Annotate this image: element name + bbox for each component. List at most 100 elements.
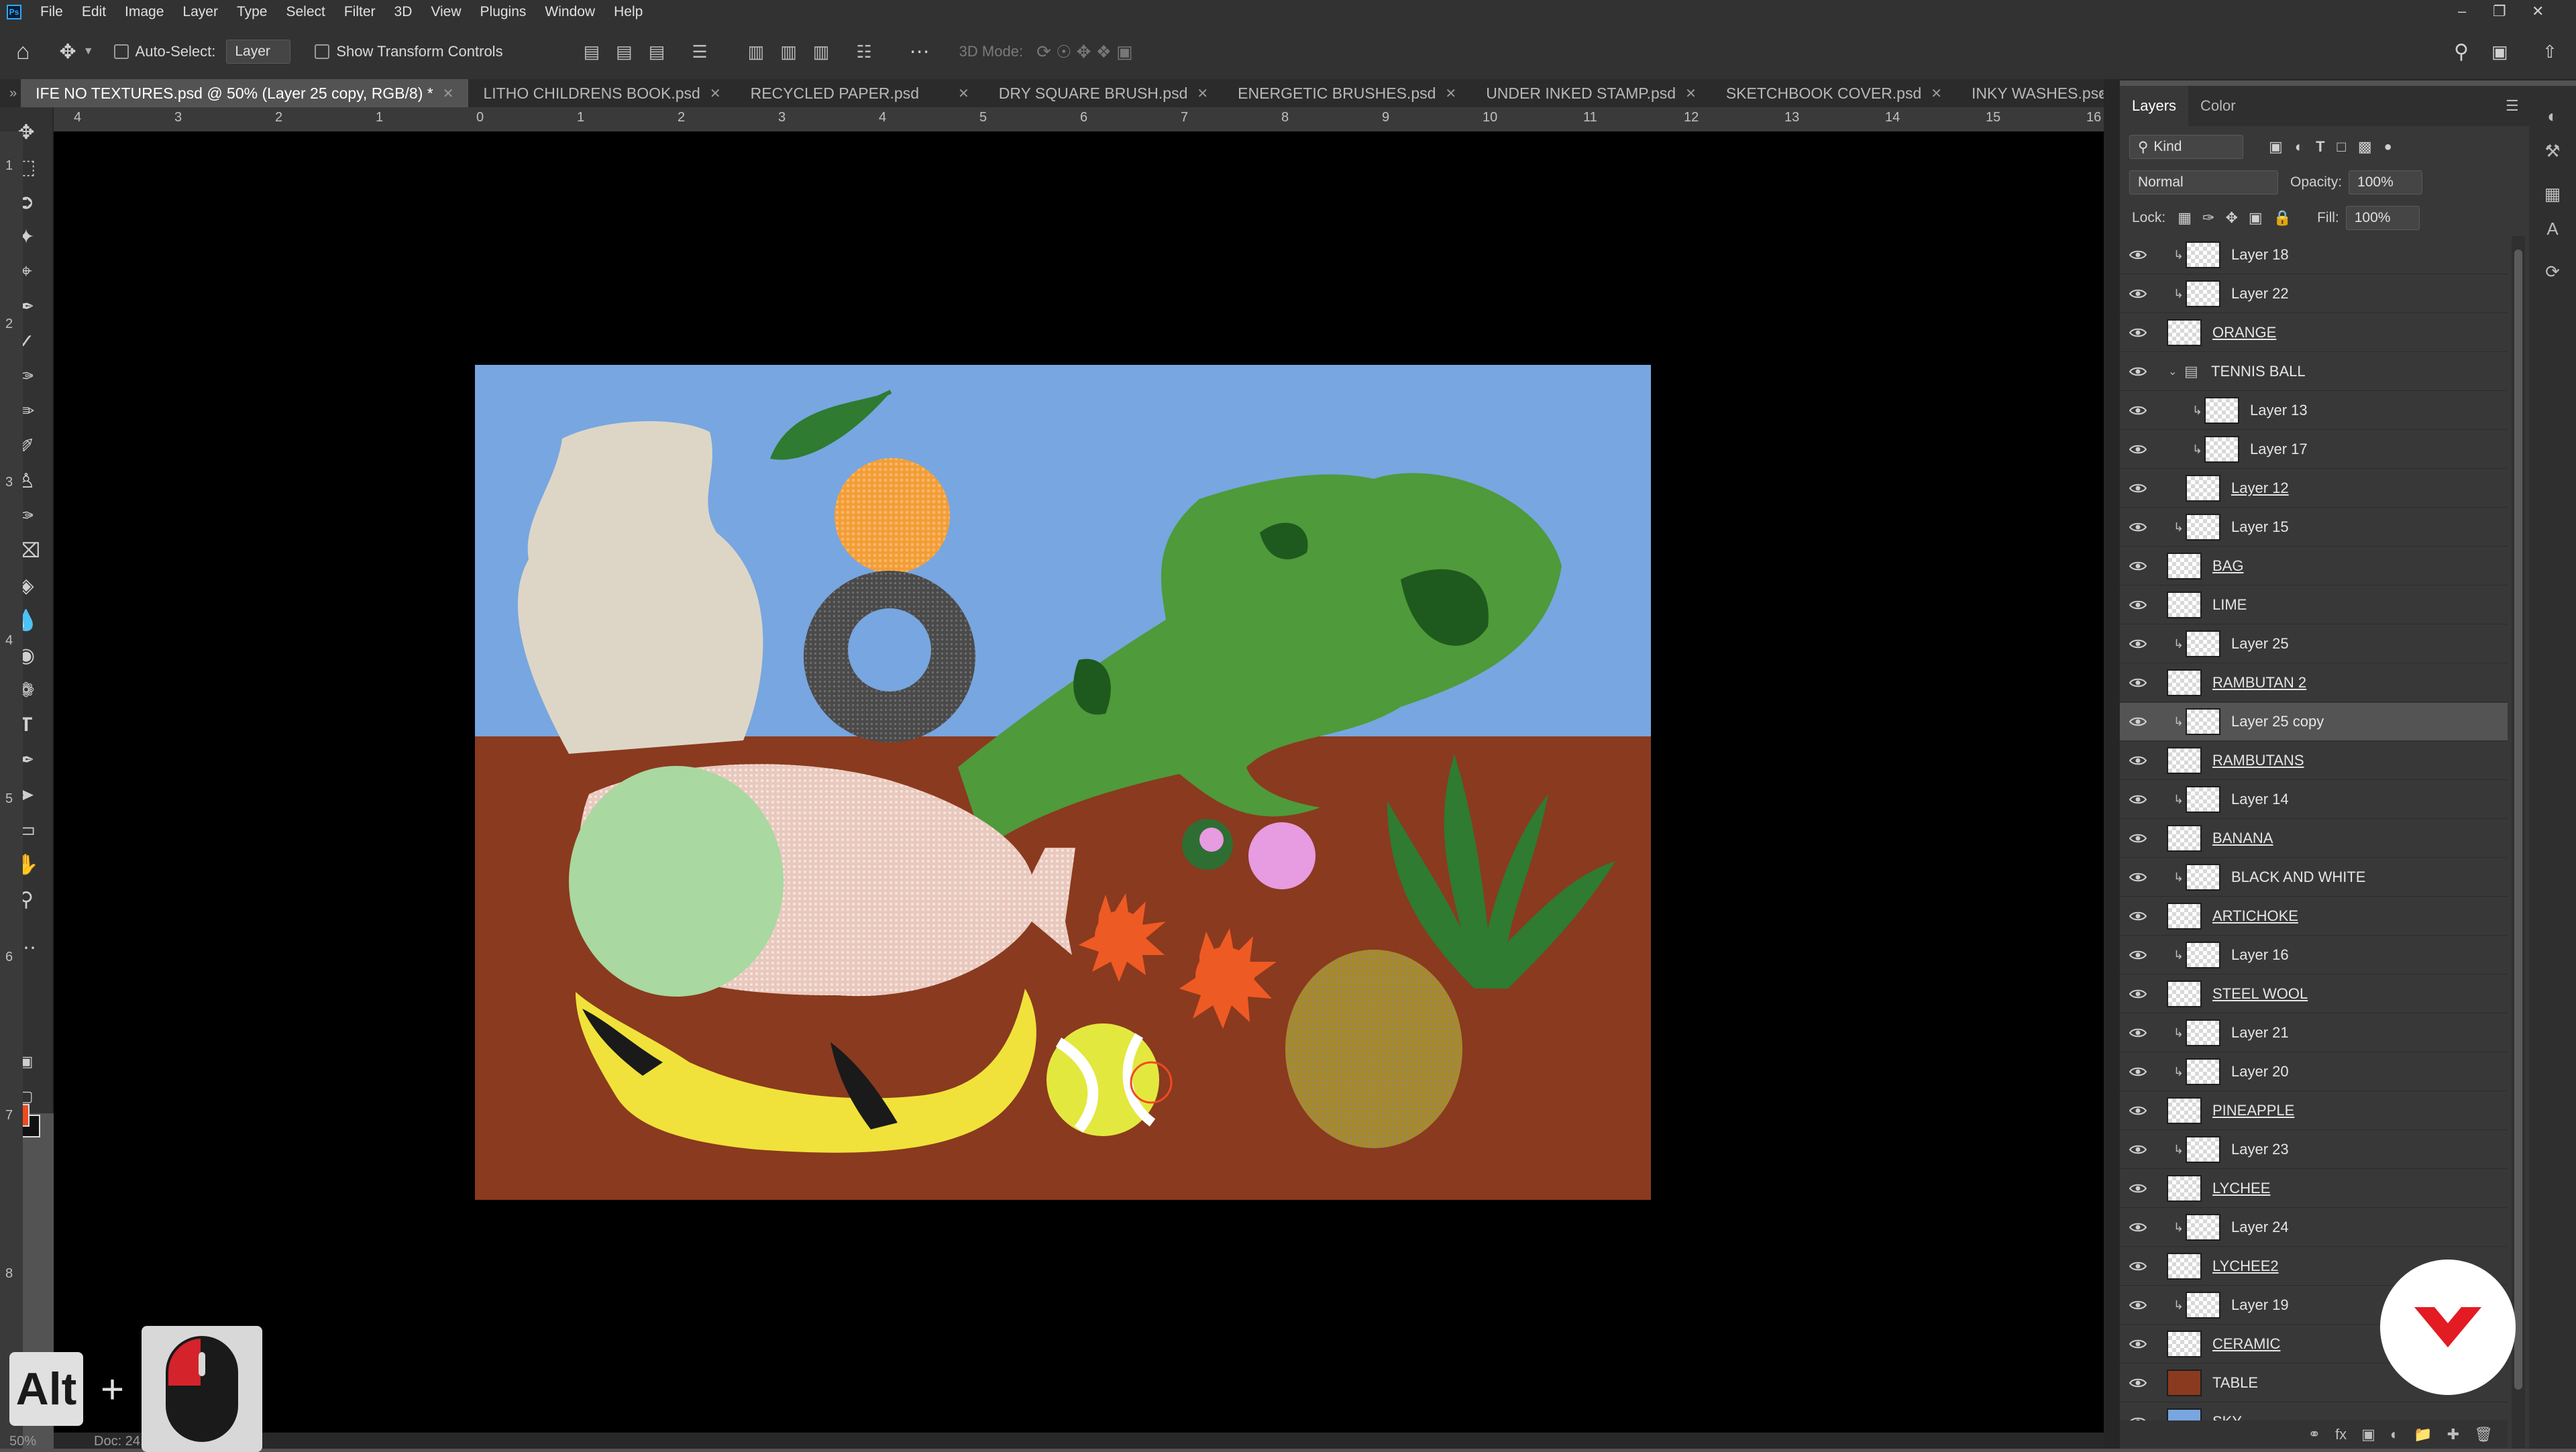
eye-icon[interactable] — [2129, 794, 2147, 805]
eye-icon[interactable] — [2129, 1144, 2147, 1155]
eye-icon[interactable] — [2129, 1066, 2147, 1077]
eye-icon[interactable] — [2129, 1261, 2147, 1272]
layer-row[interactable]: LIME — [2120, 586, 2508, 624]
add-mask-icon[interactable]: ▣ — [2361, 1426, 2375, 1443]
layers-scrollbar[interactable] — [2512, 236, 2525, 1449]
tab-litho-childrens-book[interactable]: LITHO CHILDRENS BOOK.psd ✕ — [468, 79, 735, 107]
adjustment-layer-icon[interactable]: ◐ — [2390, 1426, 2399, 1443]
eye-icon[interactable] — [2129, 1300, 2147, 1310]
tab-recycled-paper[interactable]: RECYCLED PAPER.psd ✕ — [736, 79, 984, 107]
menu-edit[interactable]: Edit — [82, 4, 106, 20]
close-icon[interactable]: ✕ — [1445, 85, 1456, 102]
layer-row[interactable]: ↳ Layer 22 — [2120, 275, 2508, 313]
workspace-icon[interactable]: ▣ — [2491, 42, 2508, 62]
layer-thumbnail[interactable] — [2186, 1292, 2220, 1319]
layer-row[interactable]: ↳ Layer 16 — [2120, 936, 2508, 974]
horizontal-scrollbar[interactable] — [54, 1433, 2104, 1449]
layer-row[interactable]: ↳ Layer 15 — [2120, 508, 2508, 547]
close-icon[interactable]: ✕ — [710, 85, 721, 102]
menu-filter[interactable]: Filter — [344, 4, 376, 20]
filter-pixel-icon[interactable]: ▣ — [2269, 138, 2283, 156]
eye-icon[interactable] — [2129, 638, 2147, 649]
eye-icon[interactable] — [2129, 1183, 2147, 1194]
layer-name[interactable]: Layer 22 — [2231, 285, 2289, 302]
layer-row[interactable]: ORANGE — [2120, 314, 2508, 352]
lock-all-icon[interactable]: 🔒 — [2273, 209, 2292, 227]
eye-icon[interactable] — [2129, 716, 2147, 727]
layer-name[interactable]: LYCHEE — [2212, 1180, 2270, 1197]
layer-thumbnail[interactable] — [2167, 825, 2202, 852]
layer-row[interactable]: ↳ Layer 25 — [2120, 625, 2508, 663]
layer-name[interactable]: Layer 17 — [2250, 441, 2308, 458]
align-left-icon[interactable]: ▤ — [584, 42, 600, 62]
eye-icon[interactable] — [2129, 950, 2147, 960]
align-middle-icon[interactable]: ▥ — [780, 42, 797, 62]
layer-thumbnail[interactable] — [2167, 553, 2202, 579]
home-icon[interactable]: ⌂ — [16, 39, 30, 65]
eye-icon[interactable] — [2129, 327, 2147, 338]
layer-row[interactable]: PINEAPPLE — [2120, 1092, 2508, 1130]
layer-thumbnail[interactable] — [2167, 592, 2202, 618]
layer-thumbnail[interactable] — [2167, 981, 2202, 1007]
layer-name[interactable]: BLACK AND WHITE — [2231, 869, 2365, 886]
tabs-collapse-icon[interactable]: » — [9, 86, 17, 101]
layer-name[interactable]: LYCHEE2 — [2212, 1258, 2279, 1275]
menu-help[interactable]: Help — [614, 4, 643, 20]
adjustments-icon[interactable]: ▦ — [2542, 184, 2563, 204]
tab-energetic-brushes[interactable]: ENERGETIC BRUSHES.psd ✕ — [1223, 79, 1471, 107]
layer-name[interactable]: LIME — [2212, 596, 2247, 614]
lock-artboard-icon[interactable]: ▣ — [2249, 209, 2263, 227]
fill-input[interactable]: 100% — [2345, 206, 2420, 230]
minimize-icon[interactable]: – — [2458, 3, 2466, 20]
tab-dry-square-brush[interactable]: DRY SQUARE BRUSH.psd ✕ — [984, 79, 1223, 107]
layer-row[interactable]: Layer 12 — [2120, 469, 2508, 508]
eye-icon[interactable] — [2129, 522, 2147, 533]
layer-thumbnail[interactable] — [2167, 747, 2202, 774]
eye-icon[interactable] — [2129, 561, 2147, 571]
eye-icon[interactable] — [2129, 1378, 2147, 1388]
filter-smart-object-icon[interactable]: ▩ — [2358, 138, 2372, 156]
layer-name[interactable]: Layer 14 — [2231, 791, 2289, 808]
lock-transparent-icon[interactable]: ▦ — [2178, 209, 2192, 227]
layer-name[interactable]: Layer 23 — [2231, 1141, 2289, 1158]
layer-thumbnail[interactable] — [2186, 1019, 2220, 1046]
new-group-icon[interactable]: 📁 — [2414, 1426, 2432, 1443]
filter-type-icon[interactable]: T — [2316, 138, 2324, 156]
layer-name[interactable]: Layer 13 — [2250, 402, 2308, 419]
layer-thumbnail[interactable] — [2204, 397, 2239, 424]
layer-row[interactable]: ↳ Layer 14 — [2120, 781, 2508, 819]
layer-thumbnail[interactable] — [2167, 903, 2202, 930]
filter-shape-icon[interactable]: □ — [2337, 138, 2346, 156]
layer-thumbnail[interactable] — [2186, 1058, 2220, 1085]
layer-name[interactable]: Layer 21 — [2231, 1024, 2289, 1042]
close-icon[interactable]: ✕ — [958, 85, 969, 102]
auto-select-checkbox[interactable] — [113, 44, 136, 59]
layer-row[interactable]: BANANA — [2120, 820, 2508, 858]
history-icon[interactable]: ⟳ — [2542, 262, 2563, 282]
layer-name[interactable]: Layer 15 — [2231, 518, 2289, 536]
character-icon[interactable]: A — [2542, 219, 2563, 239]
layer-name[interactable]: Layer 24 — [2231, 1219, 2289, 1236]
layer-thumbnail[interactable] — [2186, 1136, 2220, 1163]
restore-icon[interactable]: ❐ — [2493, 3, 2506, 20]
eye-icon[interactable] — [2129, 600, 2147, 610]
layer-row[interactable]: ↳ BLACK AND WHITE — [2120, 858, 2508, 897]
layer-thumbnail[interactable] — [2186, 514, 2220, 541]
layer-row[interactable]: ↳ Layer 23 — [2120, 1131, 2508, 1169]
layer-name[interactable]: Layer 20 — [2231, 1063, 2289, 1080]
eye-icon[interactable] — [2129, 755, 2147, 766]
layer-name[interactable]: BANANA — [2212, 830, 2273, 847]
filter-toggle-icon[interactable]: ● — [2384, 139, 2392, 155]
opacity-input[interactable]: 100% — [2349, 170, 2423, 194]
layer-name[interactable]: Layer 25 — [2231, 635, 2289, 653]
close-icon[interactable]: ✕ — [1931, 85, 1942, 102]
eye-icon[interactable] — [2129, 989, 2147, 999]
eye-icon[interactable] — [2129, 405, 2147, 416]
distribute-vertical-icon[interactable]: ☷ — [856, 42, 871, 62]
layer-thumbnail[interactable] — [2167, 319, 2202, 346]
layer-thumbnail[interactable] — [2167, 1331, 2202, 1357]
layer-row[interactable]: RAMBUTANS — [2120, 742, 2508, 780]
transform-controls-checkbox[interactable] — [315, 44, 336, 59]
layer-thumbnail[interactable] — [2186, 475, 2220, 502]
share-icon[interactable]: ⇧ — [2542, 42, 2557, 62]
